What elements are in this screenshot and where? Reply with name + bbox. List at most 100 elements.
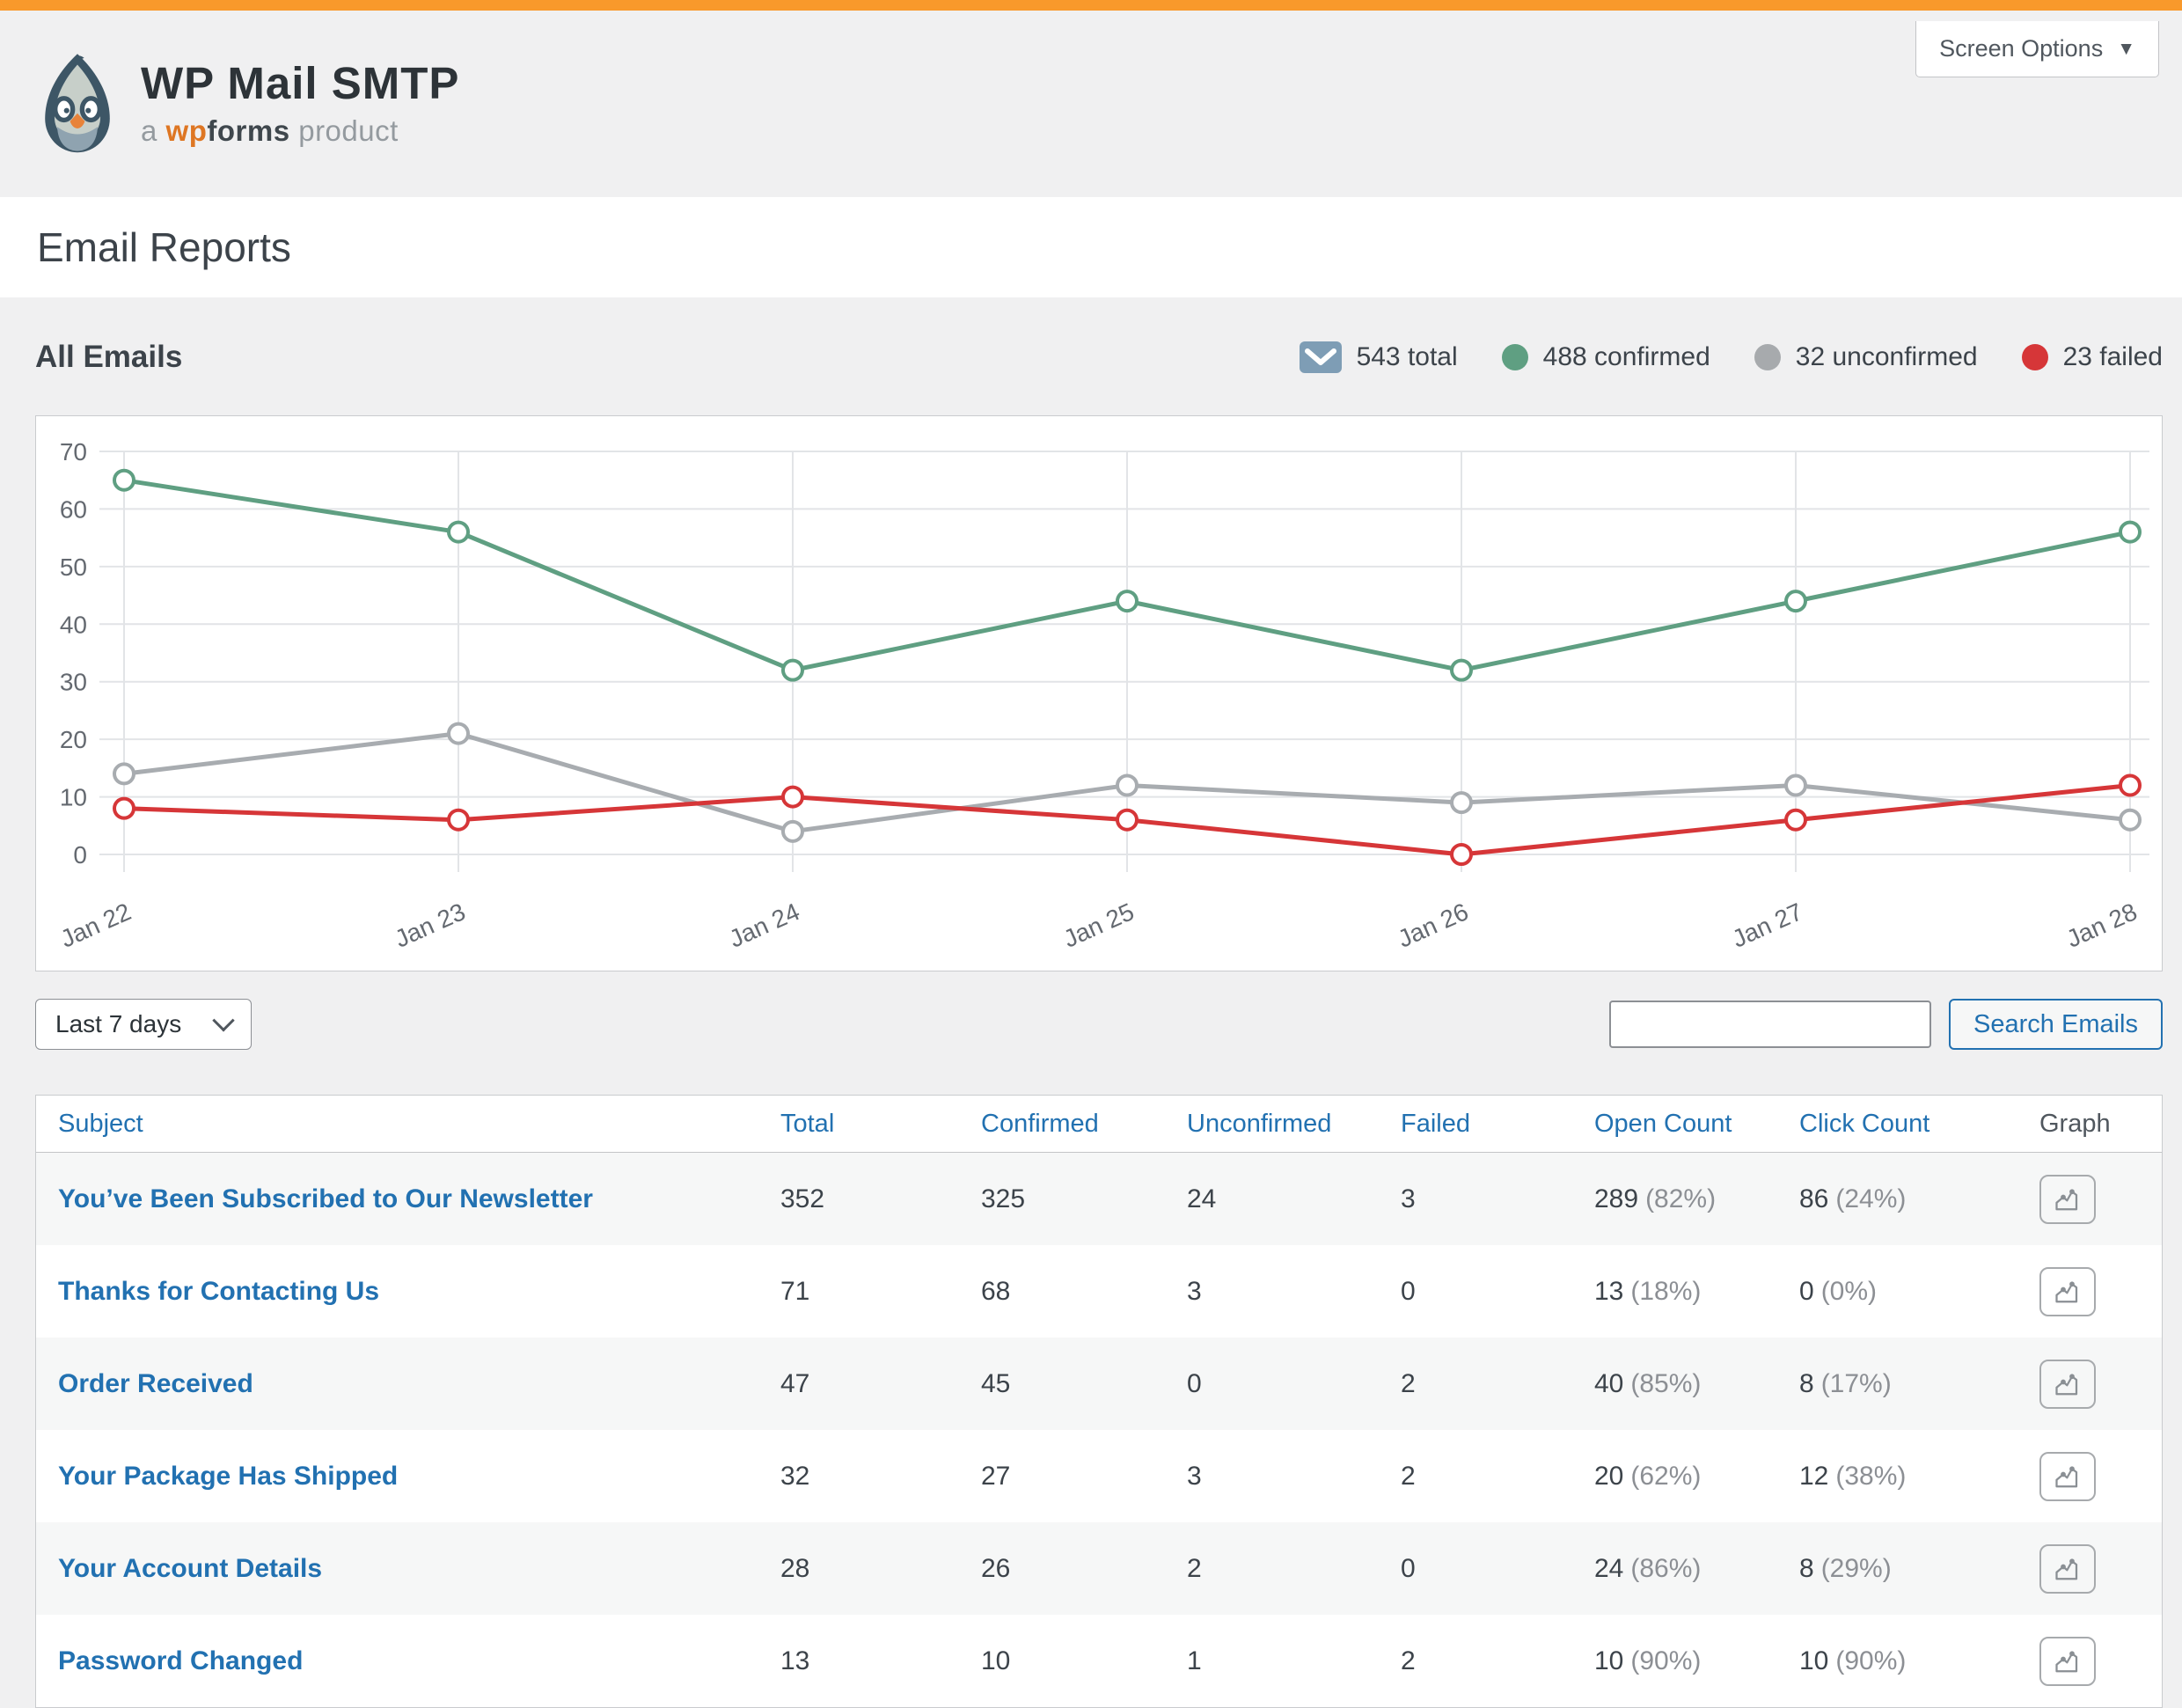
all-emails-chart: 010203040506070Jan 22Jan 23Jan 24Jan 25J… <box>36 416 2162 969</box>
column-header-total[interactable]: Total <box>780 1110 981 1139</box>
legend-item: 23 failed <box>2022 342 2163 372</box>
click-count-cell: 86(24%) <box>1799 1184 2039 1214</box>
email-subject-link[interactable]: Password Changed <box>58 1646 303 1675</box>
click-count-cell: 0(0%) <box>1799 1277 2039 1307</box>
mini-chart-icon <box>2053 1371 2083 1397</box>
confirmed-cell: 325 <box>981 1184 1187 1214</box>
chevron-down-icon <box>212 1009 234 1031</box>
caret-down-icon: ▼ <box>2117 40 2135 58</box>
confirmed-cell: 68 <box>981 1277 1187 1307</box>
email-stats-legend: 543 total488 confirmed32 unconfirmed23 f… <box>1300 341 2163 373</box>
mini-chart-icon <box>2053 1186 2083 1213</box>
failed-cell: 0 <box>1401 1277 1594 1307</box>
count-value: 8 <box>1799 1554 1814 1583</box>
svg-text:Jan 28: Jan 28 <box>2062 898 2141 953</box>
dot-icon <box>1754 344 1781 370</box>
mini-chart-icon <box>2053 1279 2083 1305</box>
unconfirmed-cell: 0 <box>1187 1369 1401 1399</box>
svg-text:Jan 26: Jan 26 <box>1394 898 1472 953</box>
count-percent: (24%) <box>1835 1184 1906 1213</box>
svg-text:Jan 23: Jan 23 <box>391 898 469 953</box>
total-cell: 71 <box>780 1277 981 1307</box>
confirmed-cell: 10 <box>981 1646 1187 1676</box>
failed-cell: 3 <box>1401 1184 1594 1214</box>
email-subject-link[interactable]: Thanks for Contacting Us <box>58 1277 379 1306</box>
column-header-confirmed[interactable]: Confirmed <box>981 1110 1187 1139</box>
confirmed-cell: 26 <box>981 1554 1187 1584</box>
unconfirmed-cell: 1 <box>1187 1646 1401 1676</box>
graph-button[interactable] <box>2039 1175 2096 1224</box>
column-header-unconfirmed[interactable]: Unconfirmed <box>1187 1110 1401 1139</box>
table-row: Password Changed13101210(90%)10(90%) <box>36 1615 2162 1707</box>
column-header-failed[interactable]: Failed <box>1401 1110 1594 1139</box>
subtitle-suffix: product <box>298 114 399 147</box>
graph-cell <box>2039 1452 2162 1501</box>
failed-cell: 2 <box>1401 1462 1594 1492</box>
open-count-cell: 10(90%) <box>1594 1646 1799 1676</box>
legend-label: 32 unconfirmed <box>1796 342 1978 372</box>
table-row: Thanks for Contacting Us71683013(18%)0(0… <box>36 1245 2162 1338</box>
unconfirmed-cell: 3 <box>1187 1462 1401 1492</box>
screen-options-button[interactable]: Screen Options ▼ <box>1915 21 2159 77</box>
column-header-click-count[interactable]: Click Count <box>1799 1110 2039 1139</box>
subject-cell: Your Account Details <box>36 1554 780 1584</box>
app-header: WP Mail SMTP a wpforms product Screen Op… <box>0 11 2182 197</box>
count-percent: (86%) <box>1630 1554 1701 1583</box>
table-row: You’ve Been Subscribed to Our Newsletter… <box>36 1153 2162 1245</box>
envelope-icon <box>1300 341 1342 373</box>
email-subject-link[interactable]: Order Received <box>58 1369 253 1398</box>
count-percent: (62%) <box>1630 1462 1701 1491</box>
open-count-cell: 20(62%) <box>1594 1462 1799 1492</box>
count-percent: (90%) <box>1630 1646 1701 1675</box>
email-subject-link[interactable]: You’ve Been Subscribed to Our Newsletter <box>58 1184 593 1213</box>
graph-button[interactable] <box>2039 1360 2096 1409</box>
table-body: You’ve Been Subscribed to Our Newsletter… <box>36 1153 2162 1707</box>
date-range-select[interactable]: Last 7 days <box>35 999 252 1050</box>
app-title: WP Mail SMTP <box>141 61 459 106</box>
count-percent: (38%) <box>1835 1462 1906 1491</box>
content: All Emails 543 total488 confirmed32 unco… <box>35 336 2163 1708</box>
page-title: Email Reports <box>37 224 291 271</box>
count-value: 289 <box>1594 1184 1638 1213</box>
search-input[interactable] <box>1609 1001 1931 1048</box>
svg-text:10: 10 <box>60 784 87 811</box>
svg-text:Jan 25: Jan 25 <box>1059 898 1138 953</box>
count-value: 40 <box>1594 1369 1623 1398</box>
column-header-subject[interactable]: Subject <box>36 1110 780 1139</box>
svg-text:0: 0 <box>73 841 87 869</box>
wp-mail-smtp-pigeon-logo <box>37 46 118 162</box>
graph-button[interactable] <box>2039 1637 2096 1686</box>
count-value: 0 <box>1799 1277 1814 1306</box>
svg-text:Jan 27: Jan 27 <box>1728 898 1806 953</box>
subject-cell: Password Changed <box>36 1646 780 1676</box>
graph-button[interactable] <box>2039 1544 2096 1594</box>
svg-text:60: 60 <box>60 495 87 523</box>
section-title: All Emails <box>35 340 182 375</box>
section-head: All Emails 543 total488 confirmed32 unco… <box>35 336 2163 378</box>
table-row: Your Account Details28262024(86%)8(29%) <box>36 1522 2162 1615</box>
email-subject-link[interactable]: Your Account Details <box>58 1554 322 1583</box>
search-emails-button[interactable]: Search Emails <box>1949 999 2163 1050</box>
count-percent: (0%) <box>1821 1277 1877 1306</box>
svg-text:20: 20 <box>60 726 87 753</box>
graph-button[interactable] <box>2039 1267 2096 1316</box>
mini-chart-icon <box>2053 1648 2083 1675</box>
brand: WP Mail SMTP a wpforms product <box>37 46 459 162</box>
graph-cell <box>2039 1544 2162 1594</box>
total-cell: 28 <box>780 1554 981 1584</box>
open-count-cell: 24(86%) <box>1594 1554 1799 1584</box>
svg-text:40: 40 <box>60 611 87 638</box>
graph-button[interactable] <box>2039 1452 2096 1501</box>
failed-cell: 0 <box>1401 1554 1594 1584</box>
chart-card: 010203040506070Jan 22Jan 23Jan 24Jan 25J… <box>35 415 2163 971</box>
count-percent: (90%) <box>1835 1646 1906 1675</box>
email-subject-link[interactable]: Your Package Has Shipped <box>58 1462 398 1491</box>
search-wrap: Search Emails <box>1609 999 2163 1050</box>
brand-text: WP Mail SMTP a wpforms product <box>141 61 459 148</box>
subject-cell: Order Received <box>36 1369 780 1399</box>
svg-text:70: 70 <box>60 438 87 465</box>
count-percent: (82%) <box>1645 1184 1716 1213</box>
subject-cell: Your Package Has Shipped <box>36 1462 780 1492</box>
open-count-cell: 40(85%) <box>1594 1369 1799 1399</box>
column-header-open-count[interactable]: Open Count <box>1594 1110 1799 1139</box>
